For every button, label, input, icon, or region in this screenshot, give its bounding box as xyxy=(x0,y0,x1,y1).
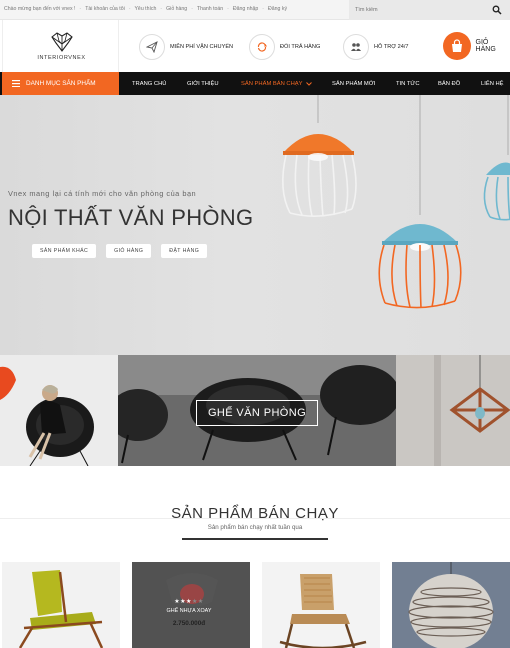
site-header: INTERIORVNEX MIỄN PHÍ VẬN CHUYỂN ĐỔI TRẢ… xyxy=(0,20,510,72)
feature-label: ĐỔI TRẢ HÀNG xyxy=(280,44,321,50)
product-card[interactable]: ★★★★★ GHẾ NHỰA XOAY 2.750.000đ xyxy=(132,562,250,648)
link-my-account[interactable]: Tài khoản của tôi xyxy=(85,6,125,12)
category-menu-label: DANH MỤC SẢN PHẨM xyxy=(26,80,96,87)
hero-buttons: SẢN PHẨM KHÁC GIỎ HÀNG ĐẶT HÀNG xyxy=(32,244,208,258)
logo-icon xyxy=(51,32,73,52)
product-card[interactable] xyxy=(2,562,120,648)
link-wishlist[interactable]: Yêu thích xyxy=(134,6,156,12)
office-chairs-label[interactable]: GHẾ VĂN PHÒNG xyxy=(196,400,318,426)
feature-label: MIỄN PHÍ VẬN CHUYỂN xyxy=(170,44,234,50)
other-products-button[interactable]: SẢN PHẨM KHÁC xyxy=(32,244,97,258)
chevron-down-icon xyxy=(305,81,312,86)
wood-pendant-image xyxy=(396,355,510,466)
product-card[interactable] xyxy=(392,562,510,648)
link-cart[interactable]: Giỏ hàng xyxy=(166,6,187,12)
order-button[interactable]: ĐẶT HÀNG xyxy=(161,244,208,258)
top-utility-bar: Chào mừng bạn đến với vnex ! - Tài khoản… xyxy=(0,0,510,20)
banner-office-chairs[interactable]: GHẾ VĂN PHÒNG xyxy=(118,355,396,466)
hero-title: NỘI THẤT VĂN PHÒNG xyxy=(8,205,254,230)
link-login[interactable]: Đăng nhập xyxy=(233,6,258,12)
category-menu-button[interactable]: DANH MỤC SẢN PHẨM xyxy=(2,72,119,95)
feature-returns: ĐỔI TRẢ HÀNG xyxy=(249,33,320,61)
hero-banner: Vnex mang lại cá tính mới cho văn phòng … xyxy=(0,95,510,355)
refresh-icon xyxy=(257,42,267,52)
star-icon: ★★★ xyxy=(174,599,192,605)
logo-text: INTERIORVNEX xyxy=(37,55,86,61)
shopping-bag-icon xyxy=(451,39,462,52)
product-card[interactable] xyxy=(262,562,380,648)
section-subtitle: Sản phẩm bán chạy nhất tuần qua xyxy=(207,524,303,531)
hero-cart-button[interactable]: GIỎ HÀNG xyxy=(106,244,152,258)
product-image xyxy=(392,562,510,648)
menu-items: TRANG CHỦ GIỚI THIỆU SẢN PHẨM BÁN CHẠY S… xyxy=(121,72,510,95)
rating-stars: ★★★★★ xyxy=(132,598,246,605)
hero-tagline: Vnex mang lại cá tính mới cho văn phòng … xyxy=(8,189,197,198)
product-price: 2.750.000đ xyxy=(172,620,206,627)
product-name[interactable]: GHẾ NHỰA XOAY xyxy=(132,608,246,614)
paper-plane-icon xyxy=(146,41,158,53)
link-checkout[interactable]: Thanh toán xyxy=(197,6,223,12)
logo[interactable]: INTERIORVNEX xyxy=(2,20,119,72)
banner-pendant-light[interactable] xyxy=(396,355,510,466)
nav-item-bestsellers-label: SẢN PHẨM BÁN CHẠY xyxy=(241,80,303,87)
product-info: ★★★★★ GHẾ NHỰA XOAY 2.750.000đ xyxy=(132,598,246,627)
nav-item-new-products[interactable]: SẢN PHẨM MỚI xyxy=(321,72,385,95)
category-banner-strip: GHẾ VĂN PHÒNG xyxy=(0,355,510,466)
section-title: SẢN PHẨM BÁN CHẠY xyxy=(171,505,339,522)
main-navigation: DANH MỤC SẢN PHẨM TRANG CHỦ GIỚI THIỆU S… xyxy=(0,72,510,95)
link-register[interactable]: Đăng ký xyxy=(268,6,287,12)
product-image xyxy=(262,562,380,648)
top-links: Chào mừng bạn đến với vnex ! - Tài khoản… xyxy=(4,6,288,12)
nav-item-about[interactable]: GIỚI THIỆU xyxy=(177,72,229,95)
welcome-text: Chào mừng bạn đến với vnex ! xyxy=(4,6,76,12)
lounge-chair-image xyxy=(0,355,118,466)
nav-item-contact[interactable]: LIÊN HỆ xyxy=(473,72,510,95)
product-grid: ★★★★★ GHẾ NHỰA XOAY 2.750.000đ xyxy=(0,562,510,648)
users-icon xyxy=(351,43,361,51)
cart-label: GIỎ HÀNG xyxy=(475,39,496,53)
hamburger-icon xyxy=(12,80,20,87)
cart-button[interactable]: GIỎ HÀNG xyxy=(443,32,510,60)
nav-item-map[interactable]: BẢN ĐỒ xyxy=(429,72,473,95)
product-image xyxy=(2,562,120,648)
star-empty-icon: ★★ xyxy=(191,599,204,605)
search-icon[interactable] xyxy=(492,5,502,15)
section-underline xyxy=(182,538,328,540)
banner-lounge-chair[interactable] xyxy=(0,355,118,466)
search-box xyxy=(349,0,510,20)
feature-support: HỖ TRỢ 24/7 xyxy=(343,33,409,61)
feature-label: HỖ TRỢ 24/7 xyxy=(374,44,409,50)
nav-item-bestsellers[interactable]: SẢN PHẨM BÁN CHẠY xyxy=(229,72,321,95)
search-input[interactable] xyxy=(355,4,485,16)
nav-item-news[interactable]: TIN TỨC xyxy=(385,72,429,95)
feature-free-shipping: MIỄN PHÍ VẬN CHUYỂN xyxy=(139,33,233,61)
nav-item-home[interactable]: TRANG CHỦ xyxy=(121,72,177,95)
